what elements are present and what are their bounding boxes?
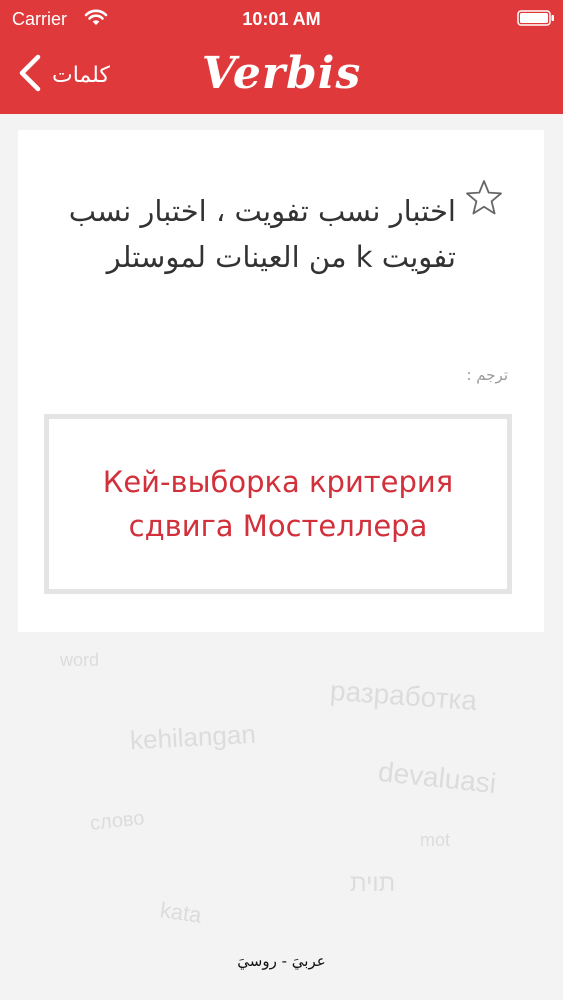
language-pair-label[interactable]: عربيَ - روسيَ bbox=[0, 952, 563, 970]
background-word: kata bbox=[158, 897, 204, 928]
word-detail-card: اختبار نسب تفويت ، اختبار نسب تفويت k من… bbox=[18, 130, 544, 632]
background-word: word bbox=[60, 650, 100, 670]
status-time: 10:01 AM bbox=[242, 9, 321, 29]
favorite-star-icon[interactable] bbox=[464, 178, 504, 218]
battery-icon bbox=[517, 10, 554, 26]
translation-text: Кей-выборка критерия сдвига Мостеллера bbox=[102, 465, 454, 543]
status-bar: Carrier 10:01 AM bbox=[0, 0, 563, 40]
translation-box: Кей-выборка критерия сдвига Мостеллера bbox=[44, 414, 512, 594]
background-word: kehilangan bbox=[129, 718, 257, 756]
background-word: mot bbox=[420, 830, 451, 850]
app-title-logo: Verbis bbox=[201, 48, 362, 99]
translate-label: ترجم : bbox=[466, 366, 508, 384]
background-word: devaluasi bbox=[376, 755, 498, 800]
navigation-bar: كلمات Verbis bbox=[0, 40, 563, 114]
source-phrase: اختبار نسب تفويت ، اختبار نسب تفويت k من… bbox=[68, 194, 456, 274]
background-word: разработка bbox=[329, 674, 479, 717]
background-word: слово bbox=[88, 807, 146, 835]
background-word: תוית bbox=[350, 870, 396, 897]
